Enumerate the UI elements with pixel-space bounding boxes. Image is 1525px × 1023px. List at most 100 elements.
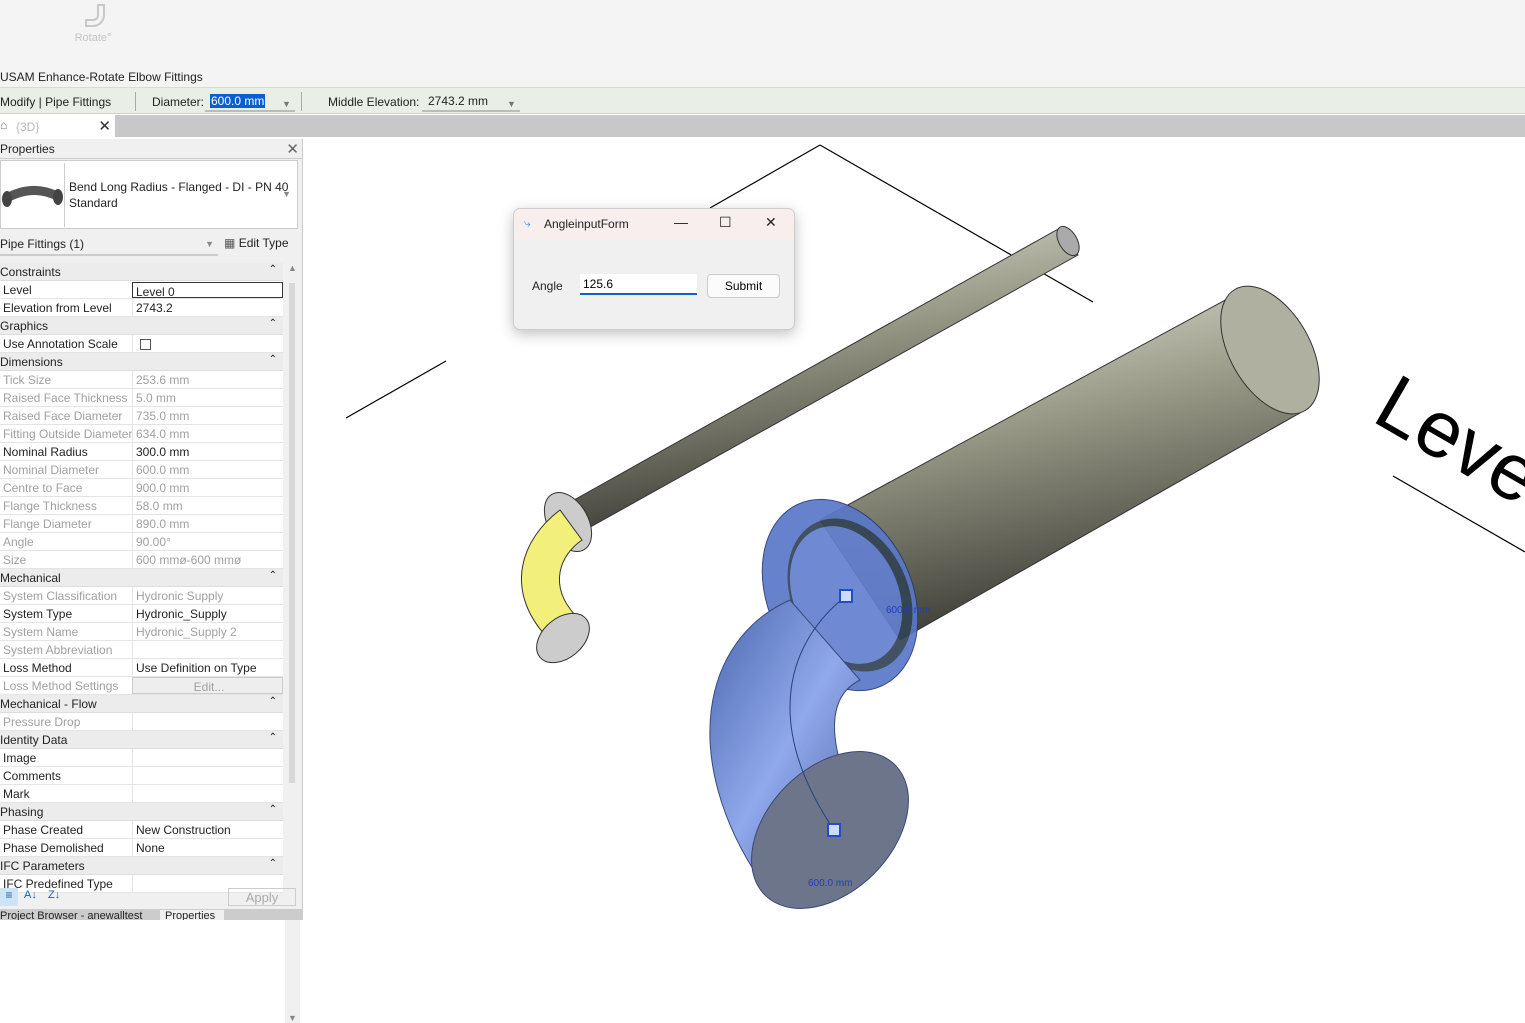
3d-viewport[interactable]: Level 600.0 mm 600.0 mm <box>304 137 1525 920</box>
collapse-icon[interactable]: ⌃ <box>269 804 277 815</box>
chevron-down-icon[interactable]: ▼ <box>507 99 516 109</box>
chevron-down-icon[interactable]: ▼ <box>282 189 291 199</box>
instance-filter[interactable]: Pipe Fittings (1)▼ <box>0 235 218 256</box>
property-value[interactable]: New Construction <box>132 821 283 838</box>
tab-project-browser[interactable]: Project Browser - anewalltest <box>0 910 142 920</box>
tab-3d[interactable]: ⌂ {3D} ✕ <box>0 115 115 137</box>
category-label: Graphics <box>0 319 48 333</box>
property-value[interactable]: Hydronic_Supply <box>132 605 283 622</box>
property-row: Elevation from Level 2743.2 <box>0 299 283 317</box>
collapse-icon[interactable]: ⌃ <box>269 570 277 581</box>
property-value[interactable]: Hydronic Supply <box>132 587 283 604</box>
tab-properties[interactable]: Properties <box>160 910 224 920</box>
minimize-button[interactable]: — <box>674 214 688 230</box>
property-value[interactable]: 5.0 mm <box>132 389 283 406</box>
category-header[interactable]: Constraints⌃ <box>0 263 283 281</box>
property-value[interactable] <box>132 749 283 766</box>
category-header[interactable]: Mechanical⌃ <box>0 569 283 587</box>
property-value[interactable]: Hydronic_Supply 2 <box>132 623 283 640</box>
property-value[interactable] <box>132 641 283 658</box>
property-value[interactable]: 58.0 mm <box>132 497 283 514</box>
angle-input[interactable] <box>580 274 697 295</box>
dialog-title: AngleinputForm <box>544 217 629 231</box>
checkbox[interactable] <box>140 339 151 350</box>
property-value[interactable]: None <box>132 839 283 856</box>
property-name: Nominal Radius <box>3 445 88 459</box>
property-row: System Abbreviation <box>0 641 283 659</box>
property-value[interactable]: 90.00° <box>132 533 283 550</box>
property-value[interactable]: Level 0 <box>132 282 283 298</box>
middle-elevation-combo[interactable]: 2743.2 mm ▼ <box>422 92 520 112</box>
type-selector[interactable]: Bend Long Radius - Flanged - DI - PN 40S… <box>0 160 298 229</box>
property-value[interactable]: 900.0 mm <box>132 479 283 496</box>
diameter-value[interactable]: 600.0 mm <box>210 94 265 108</box>
tab-3d-label: {3D} <box>16 120 39 134</box>
sort-descending-icon[interactable]: Z↓ <box>48 889 60 901</box>
properties-grid: Constraints⌃LevelLevel 0Elevation from L… <box>0 263 283 893</box>
category-label: Identity Data <box>0 733 67 747</box>
collapse-icon[interactable]: ⌃ <box>269 732 277 743</box>
sort-ascending-icon[interactable]: A↓ <box>24 889 37 901</box>
categorize-icon[interactable]: ≡ <box>0 888 18 906</box>
property-value[interactable]: 300.0 mm <box>132 443 283 460</box>
property-name: Elevation from Level <box>3 301 112 315</box>
property-name: System Name <box>3 625 78 639</box>
category-header[interactable]: Graphics ⌃ <box>0 317 283 335</box>
rotate-button[interactable]: Rotate° <box>70 2 116 44</box>
collapse-icon[interactable]: ⌃ <box>269 696 277 707</box>
submit-button[interactable]: Submit <box>707 274 780 298</box>
property-value[interactable]: 634.0 mm <box>132 425 283 442</box>
category-header[interactable]: Mechanical - Flow⌃ <box>0 695 283 713</box>
category-header[interactable]: Dimensions⌃ <box>0 353 283 371</box>
property-value[interactable]: 600.0 mm <box>132 461 283 478</box>
category-header[interactable]: Phasing⌃ <box>0 803 283 821</box>
edit-type-icon: ▦ <box>224 236 235 250</box>
property-value[interactable]: 735.0 mm <box>132 407 283 424</box>
property-value[interactable]: Use Definition on Type <box>132 659 283 676</box>
grip-handle <box>840 590 852 602</box>
property-row: Tick Size253.6 mm <box>0 371 283 389</box>
middle-elevation-value[interactable]: 2743.2 mm <box>428 94 488 108</box>
collapse-icon[interactable]: ⌃ <box>269 264 277 275</box>
dimension-label: 600.0 mm <box>808 878 852 889</box>
property-name: Centre to Face <box>3 481 82 495</box>
property-row: Centre to Face 900.0 mm <box>0 479 283 497</box>
collapse-icon[interactable]: ⌃ <box>269 858 277 869</box>
diameter-combo[interactable]: 600.0 mm ▼ <box>205 92 295 112</box>
bottom-tabs: Project Browser - anewalltest Properties <box>0 909 303 920</box>
close-button[interactable]: ✕ <box>765 214 777 231</box>
edit-type-button[interactable]: ▦ Edit Type <box>224 236 289 250</box>
apply-button[interactable]: Apply <box>228 888 296 906</box>
property-value[interactable]: 2743.2 <box>132 299 283 316</box>
property-name: Fitting Outside Diameter <box>3 427 132 441</box>
collapse-icon[interactable]: ⌃ <box>269 318 277 329</box>
close-icon[interactable]: ✕ <box>286 140 299 158</box>
property-name: System Classification <box>3 589 117 603</box>
collapse-icon[interactable]: ⌃ <box>269 354 277 365</box>
property-row: Mark <box>0 785 283 803</box>
property-value <box>132 335 283 352</box>
property-value[interactable] <box>132 767 283 784</box>
property-row: Loss Method SettingsEdit... <box>0 677 283 695</box>
close-icon[interactable]: ✕ <box>98 117 111 135</box>
properties-title: Properties <box>0 142 55 156</box>
maximize-button[interactable]: ☐ <box>719 214 732 231</box>
category-header[interactable]: Identity Data ⌃ <box>0 731 283 749</box>
property-value[interactable] <box>132 785 283 802</box>
property-name: Use Annotation Scale <box>3 337 118 351</box>
property-value[interactable]: 600 mmø-600 mmø <box>132 551 283 568</box>
home-icon: ⌂ <box>0 118 7 132</box>
edit-button[interactable]: Edit... <box>132 677 283 694</box>
rotate-label: Rotate° <box>75 32 112 44</box>
property-row: Raised Face Diameter735.0 mm <box>0 407 283 425</box>
chevron-down-icon[interactable]: ▼ <box>205 239 214 249</box>
property-value[interactable] <box>132 713 283 730</box>
property-value[interactable]: 890.0 mm <box>132 515 283 532</box>
property-name: Phase Created <box>3 823 83 837</box>
angle-input-dialog: ⤷ AngleinputForm — ☐ ✕ Angle Submit <box>513 208 795 330</box>
chevron-down-icon[interactable]: ▼ <box>282 99 291 109</box>
category-header[interactable]: IFC Parameters⌃ <box>0 857 283 875</box>
edit-type-label: Edit Type <box>239 236 289 250</box>
property-row: System TypeHydronic_Supply <box>0 605 283 623</box>
property-value[interactable]: 253.6 mm <box>132 371 283 388</box>
